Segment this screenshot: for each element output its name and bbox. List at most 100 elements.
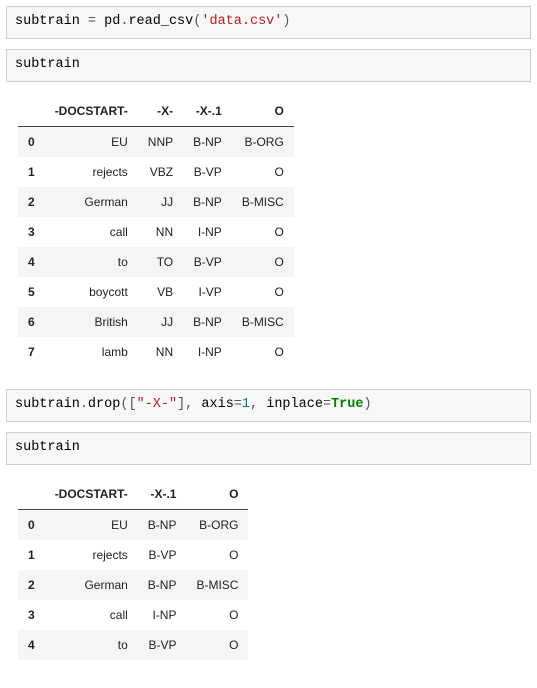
cell: B-NP <box>183 126 232 157</box>
row-index: 2 <box>18 570 45 600</box>
table-row: 3callI-NPO <box>18 600 248 630</box>
table-row: 2GermanJJB-NPB-MISC <box>18 187 294 217</box>
cell: British <box>45 307 138 337</box>
row-index: 6 <box>18 307 45 337</box>
code3-comma: , <box>250 397 258 412</box>
cell: O <box>232 277 294 307</box>
cell: O <box>232 217 294 247</box>
table-row: 4toB-VPO <box>18 630 248 660</box>
code3-str: -X- <box>145 397 169 412</box>
dataframe-1: -DOCSTART- -X- -X-.1 O 0EUNNPB-NPB-ORG 1… <box>18 96 294 367</box>
code3-brack-close: ], <box>177 397 193 412</box>
cell: B-VP <box>138 540 187 570</box>
code3-q2: " <box>169 397 177 412</box>
code1-eq: = <box>80 14 104 29</box>
col-header: -X-.1 <box>138 479 187 510</box>
code3-eq2: = <box>323 397 331 412</box>
cell: German <box>45 570 138 600</box>
code3-dot: . <box>80 397 88 412</box>
table-row: 0EUNNPB-NPB-ORG <box>18 126 294 157</box>
cell: German <box>45 187 138 217</box>
cell: B-ORG <box>186 509 248 540</box>
code1-mod: pd <box>104 14 120 29</box>
cell: B-MISC <box>232 187 294 217</box>
table-row: 7lambNNI-NPO <box>18 337 294 367</box>
code-cell-1[interactable]: subtrain = pd.read_csv('data.csv') <box>6 6 531 39</box>
table-row: 6BritishJJB-NPB-MISC <box>18 307 294 337</box>
cell: O <box>186 540 248 570</box>
col-header: -DOCSTART- <box>45 96 138 127</box>
code1-paren-close: ) <box>282 14 290 29</box>
cell: B-NP <box>138 570 187 600</box>
index-header <box>18 479 45 510</box>
row-index: 7 <box>18 337 45 367</box>
cell: O <box>232 337 294 367</box>
cell: EU <box>45 126 138 157</box>
row-index: 5 <box>18 277 45 307</box>
cell: I-VP <box>183 277 232 307</box>
table-row: 4toTOB-VPO <box>18 247 294 277</box>
code4-expr: subtrain <box>15 440 80 455</box>
cell: VB <box>138 277 183 307</box>
cell: TO <box>138 247 183 277</box>
cell: O <box>186 600 248 630</box>
row-index: 3 <box>18 600 45 630</box>
code3-eq1: = <box>234 397 242 412</box>
code1-func: read_csv <box>128 14 193 29</box>
cell: O <box>232 247 294 277</box>
code-cell-4[interactable]: subtrain <box>6 432 531 465</box>
cell: B-MISC <box>186 570 248 600</box>
code-cell-2[interactable]: subtrain <box>6 49 531 82</box>
cell: I-NP <box>183 337 232 367</box>
cell: NN <box>138 217 183 247</box>
cell: call <box>45 217 138 247</box>
cell: B-VP <box>138 630 187 660</box>
row-index: 4 <box>18 247 45 277</box>
code3-arg1: axis <box>201 397 233 412</box>
table-row: 5boycottVBI-VPO <box>18 277 294 307</box>
code3-arg2: inplace <box>266 397 323 412</box>
cell: NN <box>138 337 183 367</box>
code1-str: data.csv <box>209 14 274 29</box>
cell: boycott <box>45 277 138 307</box>
cell: to <box>45 630 138 660</box>
table-row: 1rejectsB-VPO <box>18 540 248 570</box>
code3-q1: " <box>137 397 145 412</box>
cell: rejects <box>45 157 138 187</box>
cell: B-VP <box>183 247 232 277</box>
cell: JJ <box>138 187 183 217</box>
cell: B-NP <box>183 187 232 217</box>
row-index: 1 <box>18 540 45 570</box>
cell: I-NP <box>138 600 187 630</box>
cell: VBZ <box>138 157 183 187</box>
row-index: 2 <box>18 187 45 217</box>
code3-brack-open: [ <box>128 397 136 412</box>
cell: O <box>232 157 294 187</box>
index-header <box>18 96 45 127</box>
code3-kw: True <box>331 397 363 412</box>
cell: JJ <box>138 307 183 337</box>
row-index: 4 <box>18 630 45 660</box>
code3-var: subtrain <box>15 397 80 412</box>
row-index: 0 <box>18 126 45 157</box>
table-header-row: -DOCSTART- -X- -X-.1 O <box>18 96 294 127</box>
cell: to <box>45 247 138 277</box>
code3-func: drop <box>88 397 120 412</box>
code2-expr: subtrain <box>15 57 80 72</box>
code3-num1: 1 <box>242 397 250 412</box>
col-header: -X- <box>138 96 183 127</box>
cell: NNP <box>138 126 183 157</box>
row-index: 3 <box>18 217 45 247</box>
cell: lamb <box>45 337 138 367</box>
col-header: O <box>232 96 294 127</box>
table-row: 1rejectsVBZB-VPO <box>18 157 294 187</box>
table-row: 0EUB-NPB-ORG <box>18 509 248 540</box>
row-index: 0 <box>18 509 45 540</box>
output-area-2: -DOCSTART- -X-.1 O 0EUB-NPB-ORG 1rejects… <box>6 475 531 682</box>
col-header: -X-.1 <box>183 96 232 127</box>
cell: call <box>45 600 138 630</box>
dataframe-2: -DOCSTART- -X-.1 O 0EUB-NPB-ORG 1rejects… <box>18 479 248 660</box>
code-cell-3[interactable]: subtrain.drop(["-X-"], axis=1, inplace=T… <box>6 389 531 422</box>
cell: B-VP <box>183 157 232 187</box>
table-row: 2GermanB-NPB-MISC <box>18 570 248 600</box>
